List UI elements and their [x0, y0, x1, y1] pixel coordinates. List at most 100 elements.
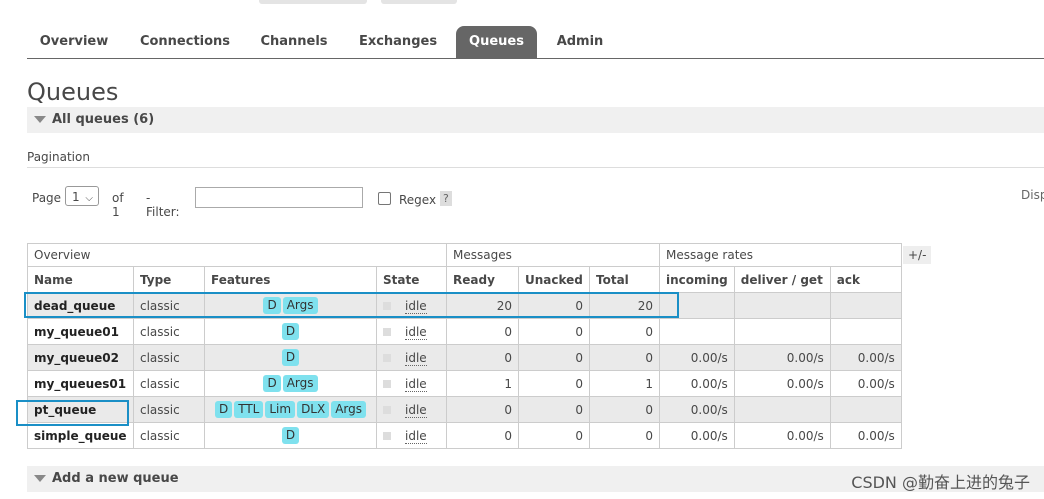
queue-state: idle: [376, 396, 447, 423]
feature-badge: D: [281, 349, 300, 366]
feature-badge: TTL: [234, 401, 264, 418]
table-row: simple_queue classic Didle 0 0 0 0.00/s 0.00/s 0…: [27, 422, 902, 449]
queue-state: idle: [376, 344, 447, 371]
ack-rate: [829, 292, 902, 319]
filter-input[interactable]: [195, 187, 363, 208]
top-button-stub: [381, 0, 457, 4]
header-name[interactable]: Name: [27, 266, 134, 293]
state-label: idle: [405, 428, 427, 444]
feature-badge: D: [281, 323, 300, 340]
collapse-triangle-icon: [34, 475, 46, 482]
pagination-label: Pagination: [27, 150, 90, 164]
filter-label: - Filter:: [146, 191, 180, 219]
total-count: 0: [589, 318, 660, 345]
all-queues-label: All queues (6): [52, 112, 155, 127]
page-count-label: of 1: [112, 191, 124, 219]
queue-state: idle: [376, 318, 447, 345]
divider: [27, 167, 1044, 168]
header-incoming[interactable]: incoming: [659, 266, 735, 293]
state-indicator-icon: [383, 432, 391, 440]
header-row: Name Type Features State Ready Unacked T…: [27, 266, 902, 293]
collapse-triangle-icon: [34, 116, 46, 123]
ack-rate: 0.00/s: [829, 370, 902, 397]
page-select-value: 1: [72, 190, 80, 204]
incoming-rate: 0.00/s: [659, 370, 735, 397]
state-label: idle: [405, 402, 427, 418]
ack-rate: [829, 396, 902, 423]
regex-label: Regex: [399, 193, 437, 207]
header-features[interactable]: Features: [204, 266, 377, 293]
ack-rate: [829, 318, 902, 345]
regex-help-button[interactable]: ?: [440, 191, 452, 206]
total-count: 0: [589, 344, 660, 371]
page-select[interactable]: 1 ⌵: [65, 186, 99, 206]
state-label: idle: [405, 324, 427, 340]
deliver-get-rate: [733, 396, 831, 423]
feature-badge: D: [281, 427, 300, 444]
queue-type: classic: [133, 422, 205, 449]
queue-name-link[interactable]: my_queue01: [27, 318, 134, 345]
incoming-rate: 0.00/s: [659, 344, 735, 371]
add-queue-label: Add a new queue: [52, 471, 179, 486]
unacked-count: 0: [518, 396, 590, 423]
queue-type: classic: [133, 370, 205, 397]
highlight-box: [24, 292, 679, 318]
queues-table: Overview Messages Message rates Name Typ…: [27, 243, 902, 449]
total-count: 0: [589, 422, 660, 449]
table-row: my_queue02 classic Didle 0 0 0 0.00/s 0.00/s 0.0…: [27, 344, 902, 371]
queue-features: D: [204, 318, 377, 345]
queue-features: D: [204, 344, 377, 371]
highlight-box: [16, 400, 129, 426]
ack-rate: 0.00/s: [829, 422, 902, 449]
queue-state: idle: [376, 370, 447, 397]
incoming-rate: 0.00/s: [659, 422, 735, 449]
queue-features: D TTL Lim DLX Args: [204, 396, 377, 423]
state-indicator-icon: [383, 380, 391, 388]
chevron-down-icon: ⌵: [85, 193, 93, 204]
queue-name-link[interactable]: simple_queue: [27, 422, 134, 449]
queue-name-link[interactable]: my_queue02: [27, 344, 134, 371]
tab-admin[interactable]: Admin: [549, 26, 611, 58]
unacked-count: 0: [518, 318, 590, 345]
display-settings-cut: Disp: [1021, 188, 1044, 202]
header-state[interactable]: State: [376, 266, 447, 293]
queue-features: D: [204, 422, 377, 449]
queue-features: D Args: [204, 370, 377, 397]
regex-checkbox[interactable]: [378, 192, 391, 205]
ready-count: 0: [446, 422, 519, 449]
table-row: my_queues01 classic D Args idle 1 0 1 0.00/s 0.00…: [27, 370, 902, 397]
total-count: 0: [589, 396, 660, 423]
all-queues-toggle[interactable]: All queues (6): [27, 107, 1044, 133]
group-message-rates: Message rates: [659, 243, 902, 267]
deliver-get-rate: [733, 318, 831, 345]
deliver-get-rate: 0.00/s: [733, 344, 831, 371]
total-count: 1: [589, 370, 660, 397]
ready-count: 0: [446, 318, 519, 345]
state-indicator-icon: [383, 354, 391, 362]
header-total[interactable]: Total: [589, 266, 660, 293]
header-ready[interactable]: Ready: [446, 266, 519, 293]
deliver-get-rate: [733, 292, 831, 319]
tab-connections[interactable]: Connections: [135, 26, 235, 58]
incoming-rate: [659, 318, 735, 345]
tab-exchanges[interactable]: Exchanges: [351, 26, 445, 58]
group-messages: Messages: [446, 243, 660, 267]
header-deliver-get[interactable]: deliver / get: [733, 266, 831, 293]
queue-type: classic: [133, 396, 205, 423]
tab-bar: Overview Connections Channels Exchanges …: [27, 26, 1044, 59]
ready-count: 0: [446, 396, 519, 423]
tab-channels[interactable]: Channels: [253, 26, 335, 58]
header-unacked[interactable]: Unacked: [518, 266, 590, 293]
tab-queues[interactable]: Queues: [456, 26, 537, 58]
tab-overview[interactable]: Overview: [27, 26, 121, 58]
columns-toggle-button[interactable]: +/-: [903, 246, 932, 264]
ready-count: 1: [446, 370, 519, 397]
feature-badge: D: [263, 375, 281, 392]
queue-name-link[interactable]: my_queues01: [27, 370, 134, 397]
ack-rate: 0.00/s: [829, 344, 902, 371]
state-indicator-icon: [383, 406, 391, 414]
header-ack[interactable]: ack: [829, 266, 902, 293]
header-type[interactable]: Type: [133, 266, 205, 293]
top-button-stub: [259, 0, 367, 4]
queue-type: classic: [133, 344, 205, 371]
